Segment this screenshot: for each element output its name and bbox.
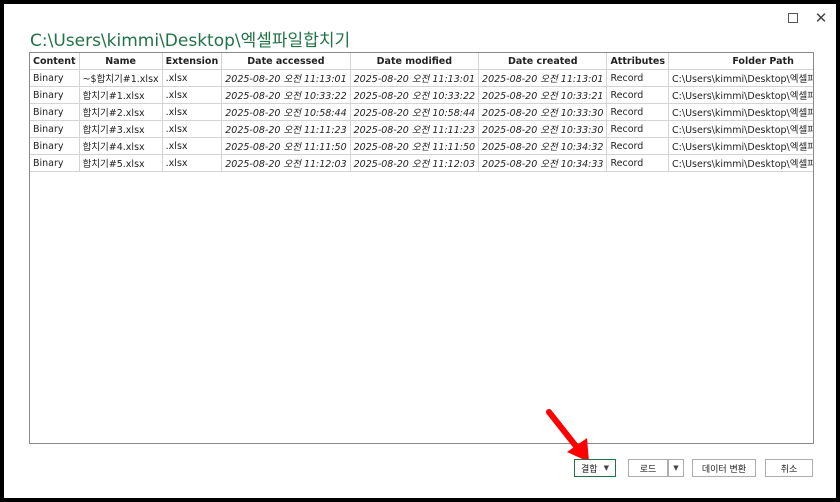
cell-date-modified: 2025-08-20 오전 11:12:03 xyxy=(349,154,480,172)
cell-attributes: Record xyxy=(606,86,670,104)
combine-button[interactable]: 결합 ▼ xyxy=(574,459,616,477)
column-header-date-created[interactable]: Date created xyxy=(478,53,608,70)
load-dropdown-button[interactable]: ▼ xyxy=(668,459,684,477)
combine-button-label: 결합 xyxy=(581,464,598,475)
cancel-button-label: 취소 xyxy=(780,464,798,475)
red-arrow-annotation-icon xyxy=(546,409,589,462)
cell-date-accessed: 2025-08-20 오전 10:58:44 xyxy=(221,103,351,121)
cell-attributes: Record xyxy=(606,103,670,121)
cell-name: ~$합치기#1.xlsx xyxy=(78,69,163,87)
cell-date-modified: 2025-08-20 오전 11:11:50 xyxy=(349,137,480,155)
column-header-content[interactable]: Content xyxy=(30,53,80,70)
cell-name: 합치기#5.xlsx xyxy=(78,154,163,172)
load-button[interactable]: 로드 xyxy=(628,459,668,477)
cell-name: 합치기#1.xlsx xyxy=(78,86,163,104)
cell-content: Binary xyxy=(30,120,80,138)
transform-data-button[interactable]: 데이터 변환 xyxy=(692,459,756,477)
cell-date-created: 2025-08-20 오전 10:33:30 xyxy=(478,103,608,121)
maximize-icon[interactable] xyxy=(782,8,804,28)
cell-content: Binary xyxy=(30,86,80,104)
cell-date-accessed: 2025-08-20 오전 11:12:03 xyxy=(221,154,351,172)
cell-content: Binary xyxy=(30,137,80,155)
cell-date-modified: 2025-08-20 오전 11:11:23 xyxy=(349,120,480,138)
cell-date-modified: 2025-08-20 오전 11:13:01 xyxy=(349,69,480,87)
file-list-grid[interactable]: Content Name Extension Date accessed Dat… xyxy=(29,52,814,444)
cell-content: Binary xyxy=(30,154,80,172)
table-row[interactable]: Binary 합치기#4.xlsx .xlsx 2025-08-20 오전 11… xyxy=(30,137,813,155)
cell-folder-path: C:\Users\kimmi\Desktop\엑셀파일합치기\ xyxy=(668,86,813,104)
cell-name: 합치기#2.xlsx xyxy=(78,103,163,121)
table-row[interactable]: Binary 합치기#5.xlsx .xlsx 2025-08-20 오전 11… xyxy=(30,154,813,172)
cell-extension: .xlsx xyxy=(161,154,223,172)
table-row[interactable]: Binary ~$합치기#1.xlsx .xlsx 2025-08-20 오전 … xyxy=(30,69,813,87)
column-header-extension[interactable]: Extension xyxy=(161,53,223,70)
cell-date-created: 2025-08-20 오전 11:13:01 xyxy=(478,69,608,87)
cell-folder-path: C:\Users\kimmi\Desktop\엑셀파일합치기\ xyxy=(668,69,813,87)
cell-date-created: 2025-08-20 오전 10:34:32 xyxy=(478,137,608,155)
file-table: Content Name Extension Date accessed Dat… xyxy=(30,53,813,172)
cell-folder-path: C:\Users\kimmi\Desktop\엑셀파일합치기\ xyxy=(668,137,813,155)
table-row[interactable]: Binary 합치기#1.xlsx .xlsx 2025-08-20 오전 10… xyxy=(30,86,813,104)
window-title: C:\Users\kimmi\Desktop\엑셀파일합치기 xyxy=(30,31,351,51)
dropdown-arrow-icon: ▼ xyxy=(673,464,679,472)
cell-attributes: Record xyxy=(606,154,670,172)
cell-folder-path: C:\Users\kimmi\Desktop\엑셀파일합치기\ xyxy=(668,103,813,121)
cell-attributes: Record xyxy=(606,137,670,155)
cell-date-accessed: 2025-08-20 오전 10:33:22 xyxy=(221,86,351,104)
cell-folder-path: C:\Users\kimmi\Desktop\엑셀파일합치기\ xyxy=(668,120,813,138)
cell-content: Binary xyxy=(30,69,80,87)
cell-date-modified: 2025-08-20 오전 10:58:44 xyxy=(349,103,480,121)
cell-attributes: Record xyxy=(606,120,670,138)
column-header-folder-path[interactable]: Folder Path xyxy=(668,53,813,70)
column-header-name[interactable]: Name xyxy=(78,53,163,70)
column-header-attributes[interactable]: Attributes xyxy=(606,53,670,70)
table-header-row: Content Name Extension Date accessed Dat… xyxy=(30,53,813,70)
cell-attributes: Record xyxy=(606,69,670,87)
table-row[interactable]: Binary 합치기#2.xlsx .xlsx 2025-08-20 오전 10… xyxy=(30,103,813,121)
cell-date-created: 2025-08-20 오전 10:34:33 xyxy=(478,154,608,172)
cell-folder-path: C:\Users\kimmi\Desktop\엑셀파일합치기\ xyxy=(668,154,813,172)
dropdown-arrow-icon: ▼ xyxy=(603,464,609,472)
column-header-date-accessed[interactable]: Date accessed xyxy=(221,53,351,70)
table-row[interactable]: Binary 합치기#3.xlsx .xlsx 2025-08-20 오전 11… xyxy=(30,120,813,138)
navigator-window: ✕ C:\Users\kimmi\Desktop\엑셀파일합치기 Content… xyxy=(4,4,836,498)
cell-date-created: 2025-08-20 오전 10:33:21 xyxy=(478,86,608,104)
close-icon[interactable]: ✕ xyxy=(810,8,832,28)
load-button-label: 로드 xyxy=(639,464,657,475)
cell-name: 합치기#4.xlsx xyxy=(78,137,163,155)
transform-data-button-label: 데이터 변환 xyxy=(701,464,747,475)
cell-extension: .xlsx xyxy=(161,103,223,121)
cell-extension: .xlsx xyxy=(161,86,223,104)
cell-date-accessed: 2025-08-20 오전 11:11:23 xyxy=(221,120,351,138)
cell-extension: .xlsx xyxy=(161,137,223,155)
cell-date-modified: 2025-08-20 오전 10:33:22 xyxy=(349,86,480,104)
column-header-date-modified[interactable]: Date modified xyxy=(349,53,480,70)
cell-extension: .xlsx xyxy=(161,120,223,138)
cancel-button[interactable]: 취소 xyxy=(765,459,813,477)
cell-date-created: 2025-08-20 오전 10:33:30 xyxy=(478,120,608,138)
cell-name: 합치기#3.xlsx xyxy=(78,120,163,138)
cell-extension: .xlsx xyxy=(161,69,223,87)
cell-date-accessed: 2025-08-20 오전 11:11:50 xyxy=(221,137,351,155)
cell-date-accessed: 2025-08-20 오전 11:13:01 xyxy=(221,69,351,87)
cell-content: Binary xyxy=(30,103,80,121)
